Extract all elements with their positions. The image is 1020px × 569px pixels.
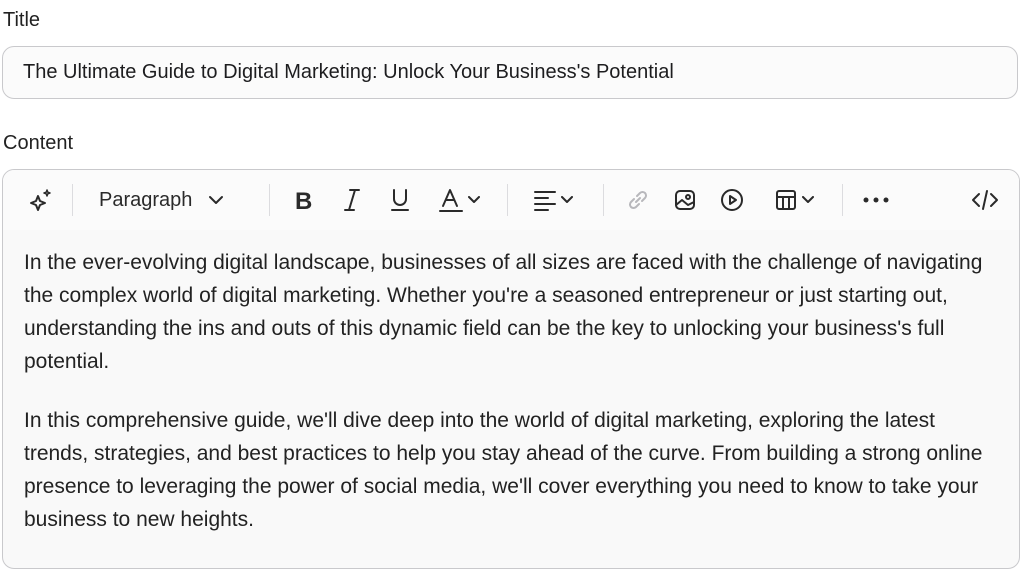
content-paragraph: In this comprehensive guide, we'll dive … [24,409,983,531]
text-color-button[interactable] [431,184,487,216]
block-type-label: Paragraph [99,188,193,211]
code-view-button[interactable] [968,184,1002,216]
video-icon [720,188,744,212]
toolbar-divider [507,184,508,216]
svg-text:B: B [295,188,312,212]
chevron-down-icon [561,196,573,204]
table-icon [774,188,798,212]
code-view-icon [971,188,999,212]
image-button[interactable] [669,184,701,216]
underline-icon [389,187,411,213]
block-type-select[interactable]: Paragraph [99,184,249,216]
toolbar-divider [269,184,270,216]
title-input[interactable]: The Ultimate Guide to Digital Marketing:… [2,46,1018,99]
bold-icon: B [293,188,315,212]
toolbar-divider [603,184,604,216]
link-icon [626,188,650,212]
image-icon [673,188,697,212]
link-button[interactable] [622,184,654,216]
title-label: Title [3,9,41,31]
underline-button[interactable] [384,184,416,216]
video-button[interactable] [716,184,748,216]
align-icon [533,189,557,211]
align-button[interactable] [525,184,581,216]
chevron-down-icon [802,196,814,204]
table-button[interactable] [766,184,822,216]
content-paragraph: In the ever-evolving digital landscape, … [24,251,983,373]
italic-button[interactable] [336,184,368,216]
more-icon [863,197,889,203]
content-label: Content [3,132,74,154]
more-button[interactable] [859,184,893,216]
text-color-icon [438,187,464,213]
editor-toolbar: Paragraph B [3,170,1019,230]
toolbar-divider [842,184,843,216]
rich-text-editor[interactable]: Paragraph B In the ever-evolving digital… [2,169,1020,569]
ai-assist-icon [28,188,52,212]
italic-icon [342,187,362,213]
editor-content[interactable]: In the ever-evolving digital landscape, … [24,246,1004,562]
ai-assist-button[interactable] [23,184,57,216]
chevron-down-icon [208,195,224,205]
bold-button[interactable]: B [288,184,320,216]
toolbar-divider [72,184,73,216]
chevron-down-icon [468,196,480,204]
